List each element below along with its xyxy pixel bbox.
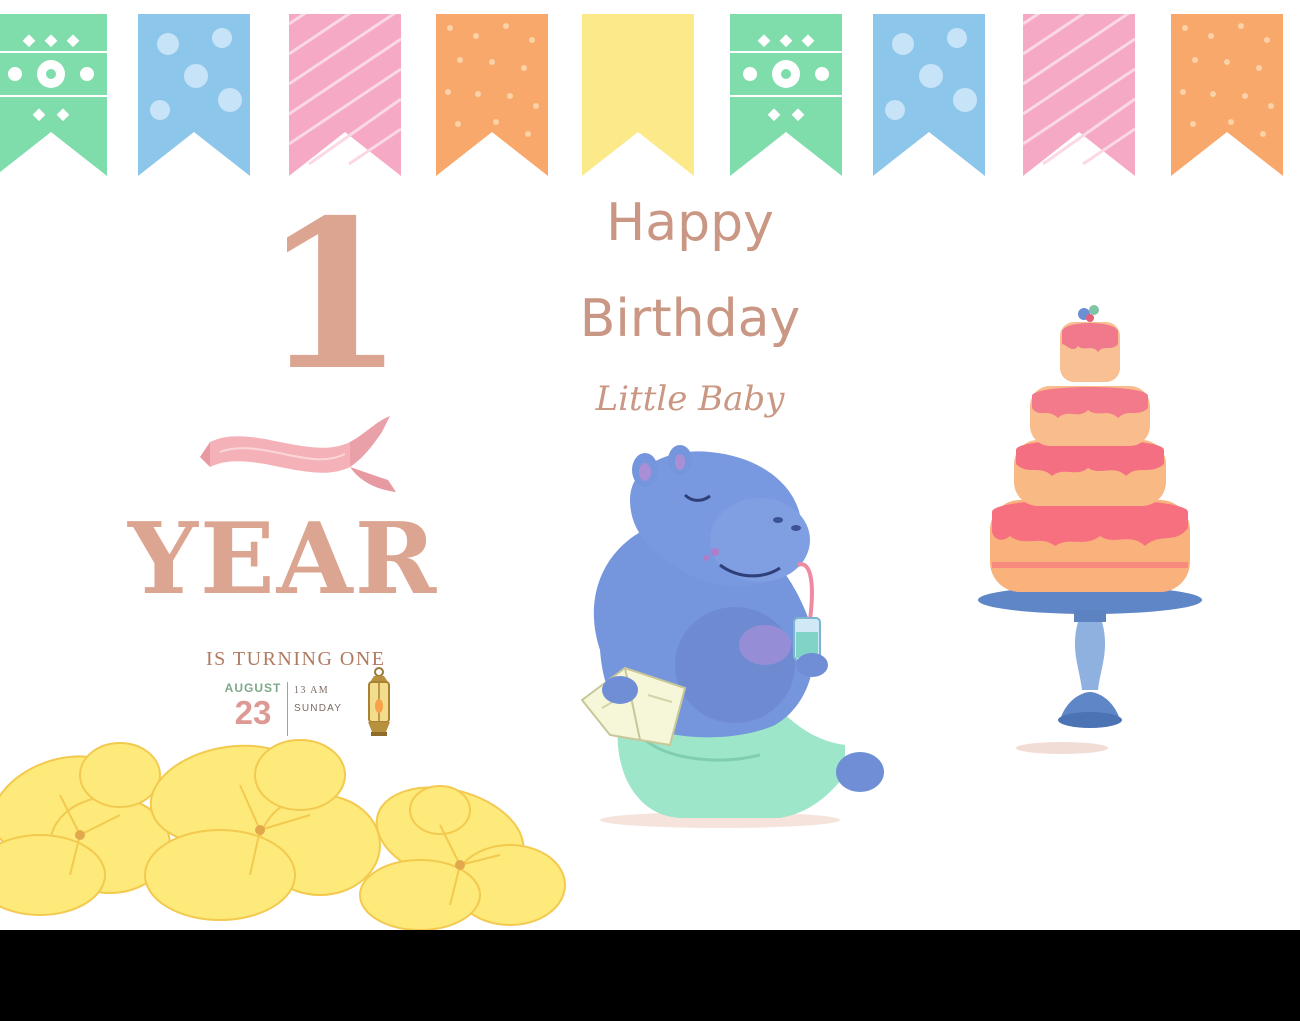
birthday-card: 1 YEAR IS TURNING ONE AUGUST 23 13 AM SU… — [0, 0, 1300, 930]
bunting-flag-orange-icon — [436, 14, 548, 176]
flower-icon — [0, 735, 570, 930]
bunting-flag-orange-icon — [1171, 14, 1283, 176]
bottom-bar — [0, 930, 1300, 1021]
heading-birthday: Birthday — [579, 289, 801, 349]
cake-icon — [970, 300, 1210, 764]
bunting-flag-blue-icon — [873, 14, 985, 176]
bunting-flag-green-icon — [0, 14, 107, 176]
date-day: 23 — [234, 694, 272, 731]
bunting-flag-green-icon — [730, 14, 842, 176]
bunting-flag-pink-icon — [289, 14, 401, 176]
date-weekday: SUNDAY — [294, 703, 343, 714]
date-time: 13 AM — [294, 685, 330, 696]
bunting-flag-yellow-icon — [582, 14, 694, 176]
date-month: AUGUST — [224, 681, 282, 695]
ribbon-icon — [200, 412, 400, 506]
turning-caption: IS TURNING ONE — [206, 648, 386, 670]
age-unit: YEAR — [128, 502, 439, 617]
heading-little-baby: Little Baby — [595, 379, 785, 419]
heading-happy: Happy — [606, 193, 774, 253]
lantern-icon — [362, 666, 396, 746]
hippo-icon — [560, 440, 900, 834]
bunting-flag-blue-icon — [138, 14, 250, 176]
bunting-flag-pink-icon — [1023, 14, 1135, 176]
date-divider — [287, 682, 288, 736]
age-number: 1 — [262, 176, 405, 416]
